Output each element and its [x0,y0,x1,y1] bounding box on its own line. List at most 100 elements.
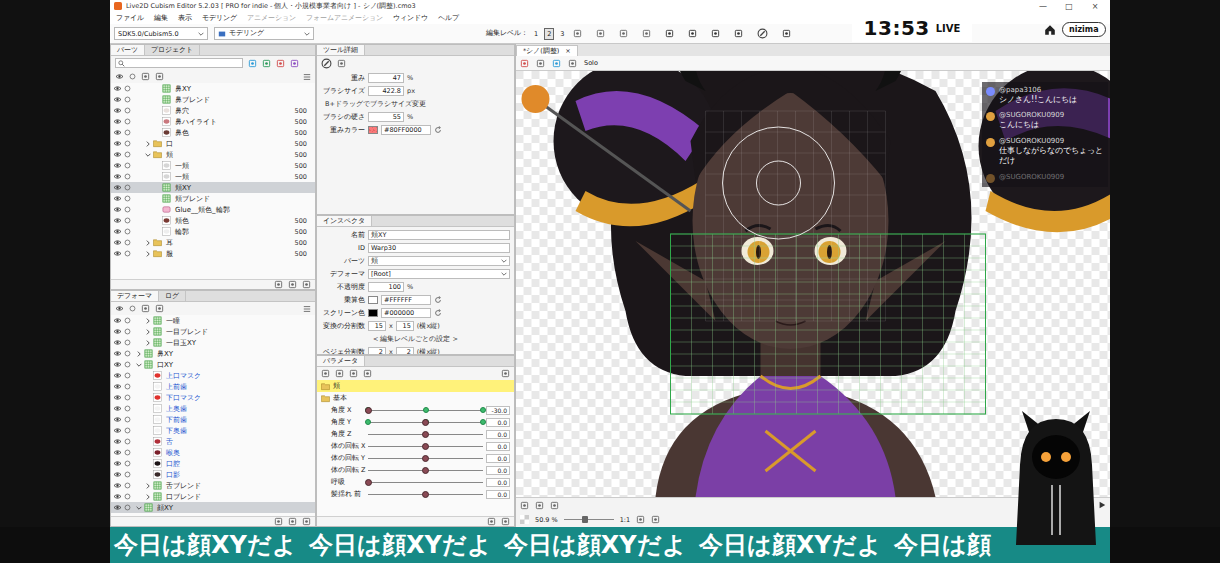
brush-tool-icon[interactable] [757,28,768,39]
expand-icon[interactable] [145,141,151,147]
tree-row[interactable]: 舌 [111,436,315,447]
lock-toggle-icon[interactable] [124,328,131,335]
lock-toggle-icon[interactable] [124,482,131,489]
parameter-value[interactable]: 0.0 [486,466,510,475]
eye-icon[interactable] [113,339,122,346]
parameter-group[interactable]: 頬 [317,380,514,392]
fit-icon[interactable] [636,515,645,524]
tree-row[interactable]: 鼻色500 [111,127,315,138]
eye-icon[interactable] [113,118,122,125]
eye-icon[interactable] [113,217,122,224]
tree-row[interactable]: 頬XY [111,182,315,193]
parameter-row[interactable]: 呼吸0.0 [317,476,514,488]
key-dot[interactable] [480,419,486,425]
select-icon[interactable] [276,59,285,68]
sync-icon[interactable] [262,59,271,68]
eye-icon[interactable] [113,405,122,412]
tree-row[interactable]: 一頬500 [111,171,315,182]
add-icon[interactable] [274,517,283,526]
key-remove-icon[interactable] [349,369,358,378]
parameter-row[interactable]: 体の回転 Y0.0 [317,452,514,464]
slider-thumb[interactable] [422,491,429,498]
tree-row[interactable]: 頬色500 [111,215,315,226]
play-param-icon[interactable] [321,369,330,378]
expand-icon[interactable] [145,329,151,335]
brush-weight-icon[interactable] [734,29,743,38]
lock-toggle-icon[interactable] [124,217,131,224]
key-dot[interactable] [480,407,486,413]
color-swatch[interactable] [368,309,378,317]
zoom-level[interactable]: 50.9 % [535,516,558,524]
eye-icon[interactable] [113,173,122,180]
sdk-select[interactable]: SDK5.0/Cubism5.0 [114,27,208,40]
glue-tool-icon[interactable] [619,29,628,38]
lock-toggle-icon[interactable] [124,317,131,324]
division-field[interactable]: 変換の分割数15x15(横x縦) [321,320,510,332]
menu-item[interactable]: アニメーション [247,13,296,23]
lock-toggle-icon[interactable] [124,85,131,92]
deformer-tool-icon[interactable] [642,29,651,38]
document-tab[interactable]: *シノ(調整)× [516,45,578,56]
solo-toggle[interactable]: Solo [584,59,598,67]
color-swatch[interactable] [368,126,378,134]
lock-toggle-icon[interactable] [124,129,131,136]
edit-level-button[interactable]: 2 [544,28,554,40]
lock-toggle-icon[interactable] [129,73,136,80]
lock-toggle-icon[interactable] [124,405,131,412]
expand-icon[interactable] [145,251,151,257]
record-icon[interactable] [535,501,544,510]
text-field[interactable]: 名前頬XY [321,229,510,241]
parameter-row[interactable]: 髪揺れ 前0.0 [317,488,514,500]
parameter-slider[interactable] [368,478,483,486]
tree-row[interactable]: 下前歯 [111,414,315,425]
folder-add-icon[interactable] [288,517,297,526]
tree-row[interactable]: 鼻ハイライト500 [111,116,315,127]
tree-row[interactable]: 上前歯 [111,381,315,392]
tree-row[interactable]: 服500 [111,248,315,259]
mesh-edit-icon[interactable] [573,29,582,38]
parameter-slider[interactable] [368,466,483,474]
parameter-slider[interactable] [368,442,483,450]
lasso-tool-icon[interactable] [688,29,697,38]
eye-icon[interactable] [113,317,122,324]
eye-icon[interactable] [113,107,122,114]
delete-icon[interactable] [302,280,311,289]
panel-tab[interactable]: ツール詳細 [317,45,365,55]
tree-row[interactable]: 頬ブレンド [111,193,315,204]
grid-view-icon[interactable] [568,59,577,68]
tree-row[interactable]: 一目ブレンド [111,326,315,337]
lock-toggle-icon[interactable] [124,206,131,213]
rotate-icon[interactable] [651,515,660,524]
parameter-slider[interactable] [368,418,483,426]
tree-row[interactable]: 口500 [111,138,315,149]
key-dot[interactable] [365,419,371,425]
eye-icon[interactable] [113,493,122,500]
lock-toggle-icon[interactable] [129,305,136,312]
capture-icon[interactable] [550,501,559,510]
slider-thumb[interactable] [365,479,372,486]
reset-icon[interactable] [434,309,442,317]
color-swatch[interactable] [368,296,378,304]
brush-tool-icon[interactable] [321,58,332,69]
parameter-row[interactable]: 体の回転 X0.0 [317,440,514,452]
slider-thumb[interactable] [422,467,429,474]
lock-toggle-icon[interactable] [124,118,131,125]
expand-icon[interactable] [145,240,151,246]
menu-icon[interactable] [303,73,311,81]
number-field[interactable]: ブラシの硬さ55% [321,111,510,123]
warp-grid[interactable] [671,111,986,414]
expand-icon[interactable] [145,318,151,324]
tree-row[interactable]: 口腔 [111,458,315,469]
tree-row[interactable]: 喉奥 [111,447,315,458]
slider-thumb[interactable] [422,431,429,438]
search-field[interactable] [115,58,243,68]
menu-item[interactable]: ファイル [116,13,144,23]
color-field[interactable]: 乗算色#FFFFFF [321,294,510,306]
tree-row[interactable]: 鼻ブレンド [111,94,315,105]
parameter-row[interactable]: 角度 Y0.0 [317,416,514,428]
workspace-select[interactable]: モデリング [214,27,314,40]
slider-thumb[interactable] [422,455,429,462]
parameter-value[interactable]: 0.0 [486,418,510,427]
lock-toggle-icon[interactable] [124,471,131,478]
lock-toggle-icon[interactable] [124,449,131,456]
